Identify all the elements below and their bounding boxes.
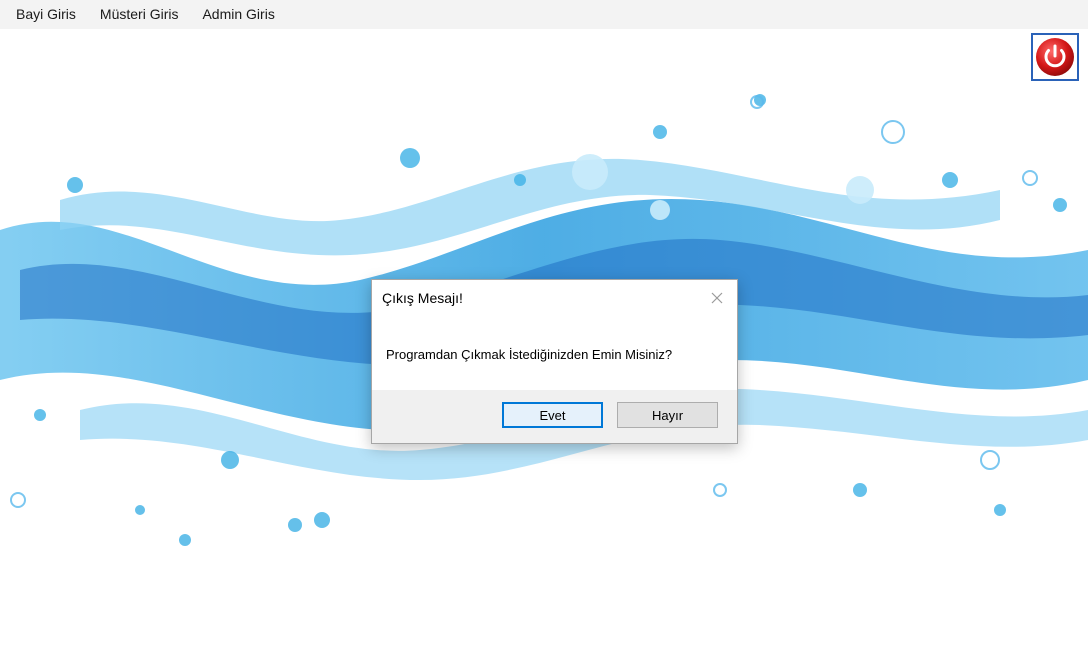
menu-item-musteri-giris[interactable]: Müsteri Giris bbox=[88, 0, 191, 29]
dialog-message: Programdan Çıkmak İstediğinizden Emin Mi… bbox=[386, 347, 673, 362]
exit-confirm-dialog: Çıkış Mesajı! Programdan Çıkmak İstediği… bbox=[371, 279, 738, 444]
power-icon bbox=[1036, 38, 1074, 76]
menu-bar: Bayi Giris Müsteri Giris Admin Giris bbox=[0, 0, 1088, 29]
yes-button[interactable]: Evet bbox=[502, 402, 603, 428]
dialog-footer: Evet Hayır bbox=[372, 390, 737, 443]
power-button[interactable] bbox=[1031, 33, 1079, 81]
menu-item-bayi-giris[interactable]: Bayi Giris bbox=[0, 0, 88, 29]
menu-item-admin-giris[interactable]: Admin Giris bbox=[190, 0, 286, 29]
no-button[interactable]: Hayır bbox=[617, 402, 718, 428]
close-icon[interactable] bbox=[709, 290, 725, 306]
dialog-title: Çıkış Mesajı! bbox=[382, 290, 463, 306]
